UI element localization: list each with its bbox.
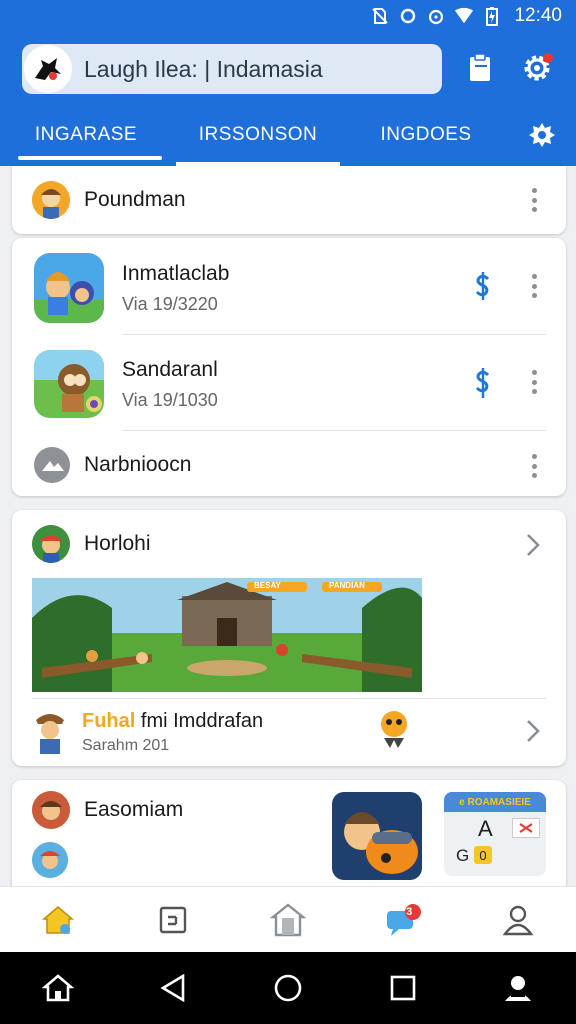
bottom-nav: 3 [0, 886, 576, 952]
banner-label: PANDIAN [329, 581, 365, 590]
more-options-button[interactable] [524, 272, 544, 300]
alarm-icon [426, 6, 446, 26]
banner-label: BESAY [254, 581, 281, 590]
app-bar: Laugh Ilea: | Indamasia [0, 32, 576, 104]
featured-banner[interactable]: BESAY PANDIAN [32, 578, 422, 692]
ad-header: e ROAMASIEIE [444, 792, 546, 812]
list-item-poundman[interactable]: Poundman [12, 176, 566, 224]
avatar [32, 842, 68, 878]
battery-icon [482, 6, 502, 26]
nav-store[interactable] [260, 892, 316, 948]
row-title: Poundman [84, 188, 186, 211]
tab-ingarase[interactable]: INGARASE [0, 104, 172, 166]
clipboard-icon [470, 53, 490, 81]
avatar [32, 181, 70, 219]
home-circle-icon [274, 974, 302, 1002]
ad-letter: A [478, 816, 493, 841]
currency-icon[interactable] [472, 270, 494, 302]
status-bar: 12:40 [0, 0, 576, 32]
system-recents-button[interactable] [373, 958, 433, 1018]
notification-badge: 3 [406, 905, 413, 918]
game-subtitle: Via 19/3220 [122, 293, 218, 314]
tab-bar: INGARASE IRSSONSON INGDOES [0, 104, 576, 166]
currency-icon[interactable] [472, 366, 494, 400]
featured-title: Horlohi [84, 532, 151, 555]
promo-row[interactable]: Fuhal fmi Imddrafan Sarahm 201 [12, 706, 566, 758]
system-home-circle-button[interactable] [258, 958, 318, 1018]
close-icon[interactable] [512, 818, 540, 838]
system-nav [0, 952, 576, 1024]
game-subtitle: Via 19/1030 [122, 389, 218, 410]
avatar [32, 525, 70, 563]
home-icon [41, 905, 74, 934]
settings-flower-icon [529, 123, 555, 147]
game-title: Sandaranl [122, 357, 218, 381]
nav-profile[interactable] [490, 892, 546, 948]
home-outline-icon [41, 974, 74, 1002]
game-icon [34, 350, 104, 418]
avatar [32, 791, 70, 829]
ad-small-text: G [456, 846, 470, 865]
row-title: Narbnioocn [84, 453, 192, 476]
nav-messages[interactable]: 3 [375, 892, 431, 948]
promo-highlight: Fuhal [82, 709, 136, 732]
no-sim-icon [370, 6, 390, 26]
back-triangle-icon [160, 973, 185, 1003]
recents-square-icon [390, 975, 416, 1001]
status-time: 12:40 [514, 5, 562, 26]
tab-label: INGDOES [380, 124, 472, 145]
chevron-right-icon[interactable] [522, 532, 544, 558]
featured-header[interactable]: Horlohi [12, 522, 566, 566]
more-options-button[interactable] [524, 368, 544, 396]
search-box[interactable]: Laugh Ilea: | Indamasia [22, 44, 442, 94]
settings-button[interactable] [518, 48, 558, 88]
tab-irssonson[interactable]: IRSSONSON [172, 104, 344, 166]
header-card: Poundman [12, 166, 566, 234]
bottom-card: Easomiam e ROAMASIEIE A G 0 [12, 780, 566, 900]
game-thumbnail[interactable] [332, 792, 422, 880]
promo-title: fmi Imddrafan [140, 709, 264, 732]
app-logo-icon [24, 45, 72, 93]
mascot-icon [376, 708, 412, 748]
sync-icon [398, 6, 418, 26]
games-card: Inmatlaclab Via 19/3220 Sandaranl Via 19… [12, 238, 566, 496]
store-icon [269, 902, 306, 936]
divider [122, 430, 546, 431]
more-options-button[interactable] [524, 186, 544, 214]
divider [32, 698, 546, 699]
clipboard-button[interactable] [460, 48, 500, 88]
coin-icon: 0 [474, 846, 492, 864]
system-account-button[interactable] [488, 958, 548, 1018]
ad-thumbnail[interactable]: e ROAMASIEIE A G 0 [444, 792, 546, 876]
search-text: Laugh Ilea: | Indamasia [84, 55, 323, 82]
wifi-icon [454, 6, 474, 26]
chevron-right-icon[interactable] [522, 718, 544, 744]
chat-icon [387, 903, 422, 936]
more-options-button[interactable] [524, 452, 544, 480]
system-back-button[interactable] [143, 958, 203, 1018]
gear-icon [524, 53, 553, 81]
tab-settings[interactable] [508, 104, 576, 166]
game-title: Inmatlaclab [122, 261, 230, 285]
news-icon [159, 906, 186, 933]
promo-subtitle: Sarahm 201 [82, 736, 170, 754]
character-icon [32, 710, 68, 754]
account-icon [505, 976, 532, 1001]
divider [122, 334, 546, 335]
game-icon [34, 253, 104, 323]
featured-card: Horlohi BESAY PANDIAN Fuhal fmi Imddrafa… [12, 510, 566, 766]
tab-label: IRSSONSON [198, 124, 318, 145]
tab-ingdoes[interactable]: INGDOES [344, 104, 508, 166]
row-title: Easomiam [84, 798, 184, 821]
nav-home[interactable] [30, 892, 86, 948]
profile-icon [34, 447, 70, 483]
tab-label: INGARASE [34, 124, 138, 145]
nav-news[interactable] [145, 892, 201, 948]
list-item-narbnioocn[interactable]: Narbnioocn [12, 442, 566, 488]
system-home-button[interactable] [28, 958, 88, 1018]
profile-icon [502, 905, 534, 935]
